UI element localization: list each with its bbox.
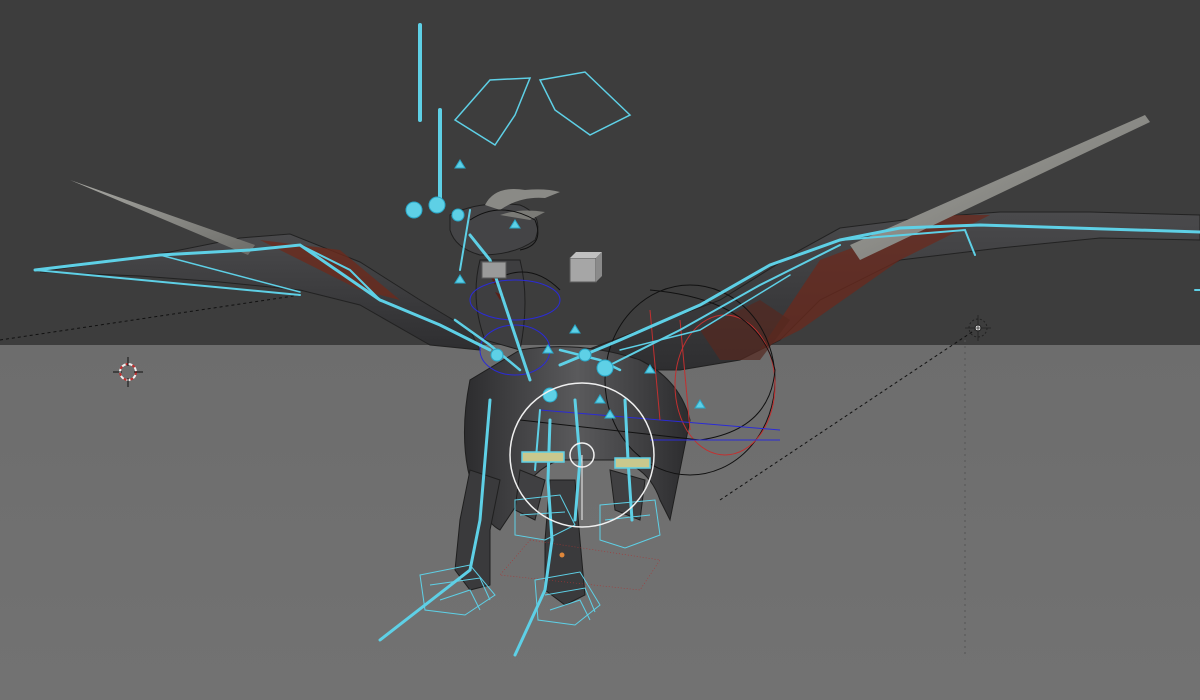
3d-viewport[interactable] [0,0,1200,700]
cube-object[interactable] [569,252,602,283]
viewport-scene[interactable] [0,0,1200,700]
origin-point [559,552,565,558]
head-control-box[interactable] [481,261,507,279]
